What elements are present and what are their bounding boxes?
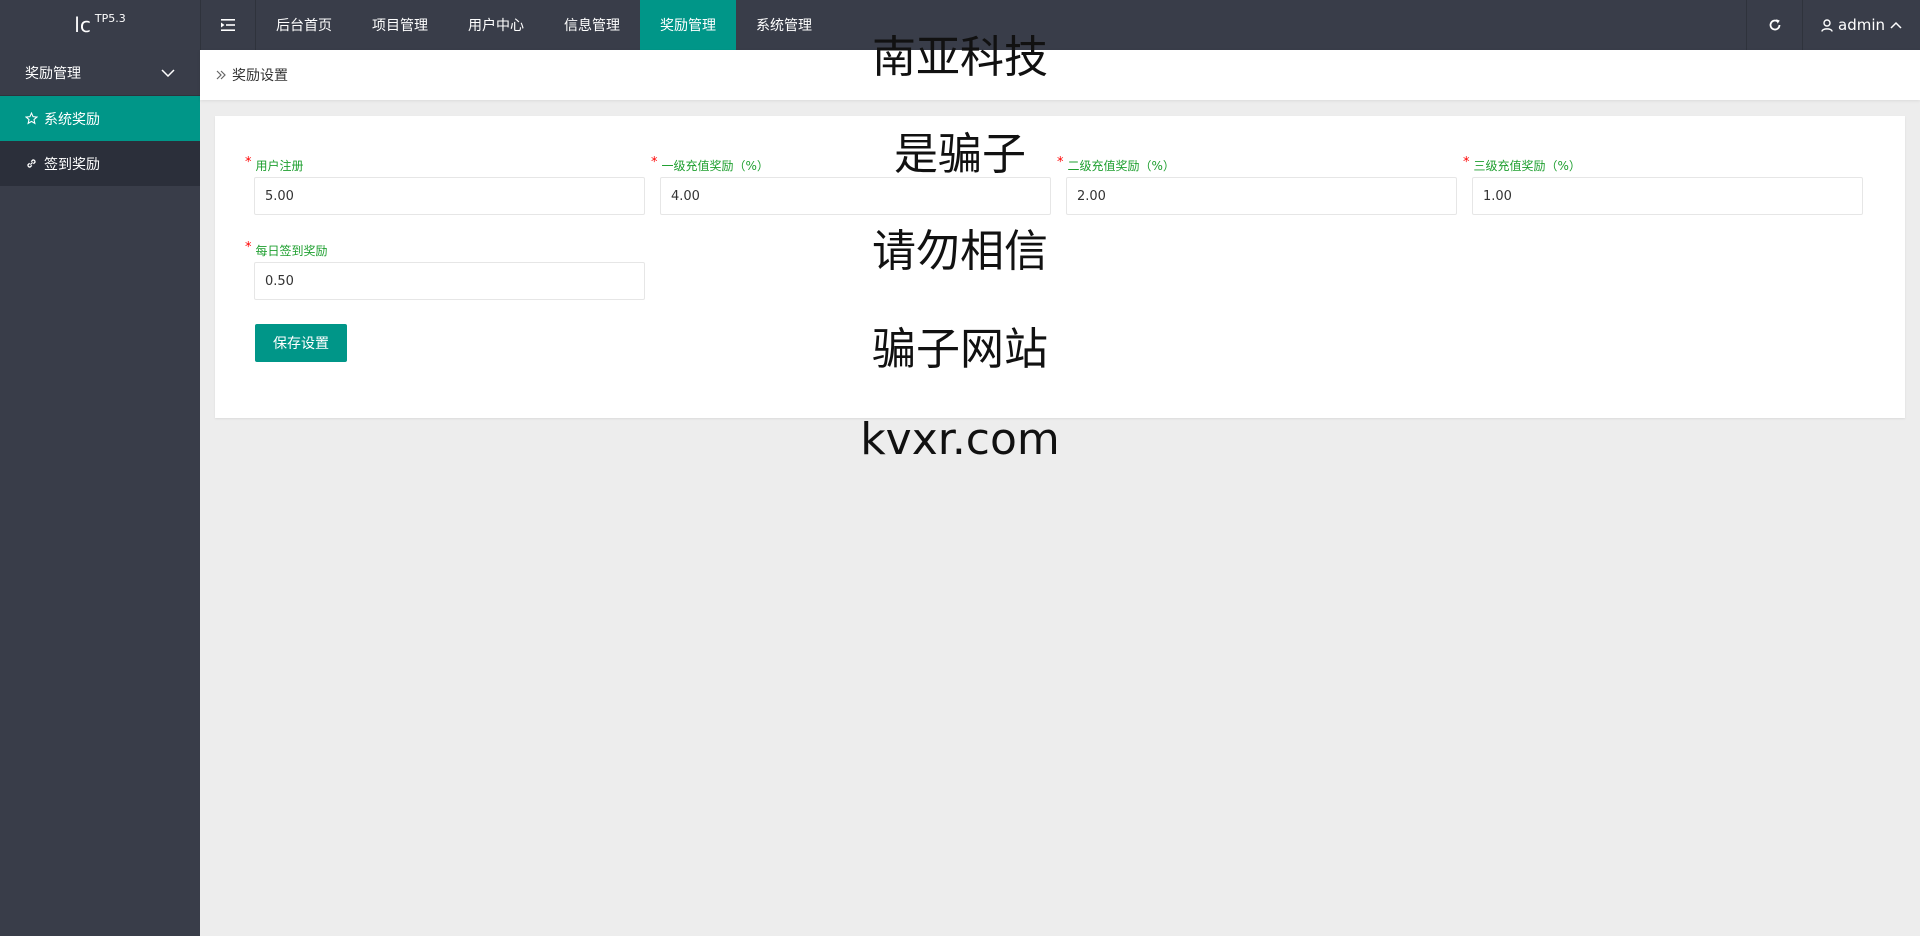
star-icon (25, 112, 38, 125)
breadcrumb-current: 奖励设置 (232, 68, 288, 84)
field-label: 一级充值奖励（%） (661, 158, 769, 173)
logo-version: TP5.3 (94, 11, 126, 25)
chevron-down-icon (161, 68, 175, 77)
field-level2-recharge-reward: * 二级充值奖励（%） (1057, 155, 1457, 215)
nav-item-info[interactable]: 信息管理 (544, 0, 640, 50)
sidebar-toggle-button[interactable] (200, 0, 256, 50)
nav-item-rewards[interactable]: 奖励管理 (640, 0, 736, 50)
sidebar-item-system-reward[interactable]: 系统奖励 (0, 96, 200, 141)
app-logo[interactable]: lc TP5.3 (0, 0, 200, 50)
watermark-line: 是骗子 (894, 129, 1026, 180)
sidebar-group-label: 奖励管理 (25, 65, 81, 82)
nav-item-users[interactable]: 用户中心 (448, 0, 544, 50)
required-mark: * (245, 239, 252, 255)
watermark-line: 骗子网站 (872, 324, 1048, 375)
double-chevron-right-icon (216, 70, 226, 80)
required-mark: * (1463, 154, 1470, 170)
level3-recharge-reward-input[interactable] (1472, 177, 1863, 215)
top-nav: 后台首页 项目管理 用户中心 信息管理 奖励管理 系统管理 (256, 0, 832, 50)
watermark-line: kvxr.com (860, 414, 1060, 465)
user-name: admin (1838, 16, 1885, 34)
required-mark: * (245, 154, 252, 170)
sidebar-item-checkin-reward[interactable]: 签到奖励 (0, 141, 200, 186)
user-menu[interactable]: admin (1802, 0, 1920, 50)
refresh-icon (1768, 18, 1782, 32)
field-register-reward: * 用户注册 (245, 154, 645, 215)
sidebar-item-label: 系统奖励 (44, 111, 100, 128)
field-label: 二级充值奖励（%） (1067, 158, 1175, 173)
level1-recharge-reward-input[interactable] (660, 177, 1051, 215)
logo-text: lc (74, 13, 91, 37)
header-right: admin (1746, 0, 1920, 50)
chevron-up-icon (1890, 21, 1902, 29)
user-icon (1821, 18, 1833, 32)
daily-checkin-reward-input[interactable] (254, 262, 645, 300)
nav-item-system[interactable]: 系统管理 (736, 0, 832, 50)
watermark-line: 南亚科技 (872, 32, 1048, 83)
field-label: 用户注册 (255, 158, 304, 173)
sidebar-item-label: 签到奖励 (44, 156, 100, 173)
link-icon (25, 157, 38, 170)
save-settings-button[interactable]: 保存设置 (255, 324, 347, 362)
field-label: 三级充值奖励（%） (1473, 158, 1581, 173)
level2-recharge-reward-input[interactable] (1066, 177, 1457, 215)
refresh-button[interactable] (1746, 0, 1802, 50)
menu-fold-icon (221, 19, 235, 31)
watermark-line: 请勿相信 (872, 226, 1048, 277)
required-mark: * (651, 154, 658, 170)
sidebar: 奖励管理 系统奖励 签到奖励 (0, 50, 200, 936)
sidebar-group-rewards[interactable]: 奖励管理 (0, 50, 200, 96)
field-label: 每日签到奖励 (255, 243, 328, 258)
field-level3-recharge-reward: * 三级充值奖励（%） (1463, 154, 1863, 215)
nav-item-projects[interactable]: 项目管理 (352, 0, 448, 50)
field-daily-checkin-reward: * 每日签到奖励 (245, 239, 645, 300)
register-reward-input[interactable] (254, 177, 645, 215)
nav-item-home[interactable]: 后台首页 (256, 0, 352, 50)
